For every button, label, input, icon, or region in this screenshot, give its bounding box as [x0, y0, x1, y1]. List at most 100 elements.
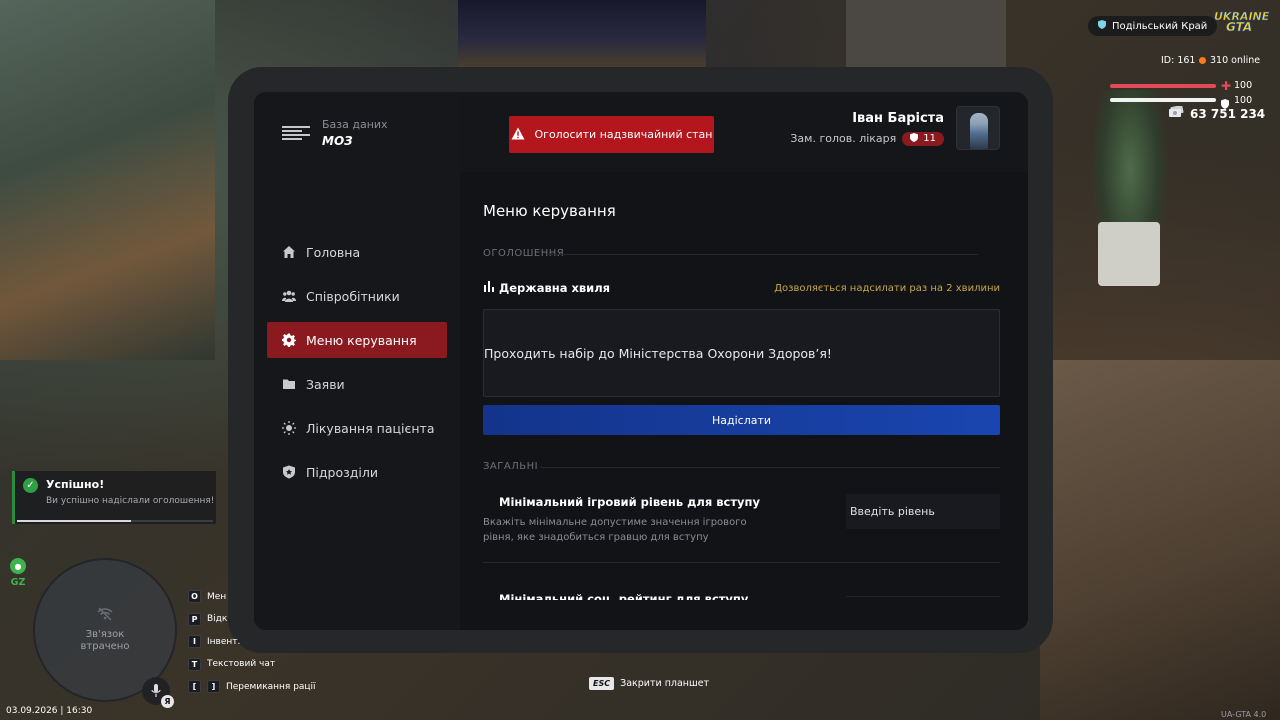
key-cap: I — [188, 635, 201, 648]
background-painting — [0, 0, 215, 360]
green-zone-shield-icon: ● — [10, 558, 26, 574]
sidebar-item-control-menu[interactable]: Меню керування — [267, 322, 447, 358]
divider — [540, 467, 1000, 468]
hotkey-item: O Меню — [188, 589, 328, 604]
success-notification: ✓ Успішно! Ви успішно надіслали оголошен… — [12, 471, 216, 524]
background-picture-frame — [458, 0, 706, 68]
close-tablet-label: Закрити планшет — [620, 678, 710, 689]
close-tablet-hint: ESC Закрити планшет — [589, 677, 709, 690]
date-time: 03.09.2026 | 16:30 — [6, 706, 93, 716]
green-zone-indicator: ● GZ — [8, 558, 28, 588]
esc-key-cap: ESC — [589, 677, 615, 690]
sidebar-item-label: Лікування пацієнта — [306, 420, 435, 436]
rank-value: 11 — [923, 133, 936, 144]
notification-title: Успішно! — [46, 478, 105, 491]
sidebar-item-employees[interactable]: Співробітники — [267, 278, 447, 314]
bar-chart-icon — [483, 281, 495, 295]
rate-limit-note: Дозволяється надсилати раз на 2 хвилини — [774, 283, 1000, 294]
hotkey-label: Інвент. — [207, 636, 241, 647]
armor-value: 100 — [1234, 95, 1253, 106]
folder-icon — [282, 377, 296, 391]
background-desk — [1040, 360, 1280, 720]
hotkey-label: Перемикання рації — [226, 681, 316, 692]
avatar — [956, 106, 1000, 150]
min-level-title: Мінімальний ігровий рівень для вступу — [499, 495, 760, 509]
hotkey-item: T Текстовий чат — [188, 657, 328, 672]
page-title: Меню керування — [483, 202, 616, 220]
sidebar-item-applications[interactable]: Заяви — [267, 366, 447, 402]
connection-lost-text: Зв'язок втрачено — [80, 629, 130, 652]
sidebar-item-label: Головна — [306, 244, 361, 260]
no-signal-icon — [97, 607, 113, 625]
user-role: Зам. голов. лікаря — [790, 132, 897, 145]
notification-progress — [17, 520, 213, 522]
section-general: ЗАГАЛЬНІ — [483, 461, 539, 472]
hotkey-item: P Відкрити — [188, 612, 328, 627]
key-cap: [ — [188, 680, 201, 693]
armor-bar — [1110, 98, 1216, 102]
users-icon — [282, 289, 296, 303]
voice-key-badge: Я — [161, 695, 174, 708]
money-display: 63 751 234 — [1168, 105, 1265, 121]
cash-icon — [1168, 105, 1184, 121]
tablet-screen: База даних МОЗ Головна Співробітники Мен… — [254, 92, 1028, 630]
brand: База даних МОЗ — [282, 118, 388, 148]
health-bar — [1110, 84, 1216, 88]
rank-shield-icon — [910, 132, 919, 145]
warning-icon — [511, 127, 525, 143]
gear-icon — [282, 333, 296, 347]
check-icon: ✓ — [23, 478, 38, 493]
min-social-rating-title: Мінімальний соц. рейтинг для вступу — [499, 592, 749, 600]
sidebar: База даних МОЗ Головна Співробітники Мен… — [254, 92, 460, 630]
sidebar-item-label: Меню керування — [306, 332, 417, 348]
background-door — [846, 0, 1006, 68]
ministry-logo-icon — [282, 122, 312, 144]
divider — [550, 254, 978, 255]
min-level-description: Вкажіть мінімальне допустиме значення іг… — [483, 517, 747, 543]
online-dot-icon — [1199, 57, 1206, 64]
health-cross-icon: ✚ — [1221, 79, 1232, 93]
hotkey-item: I Інвент. — [188, 634, 328, 649]
user-profile: Іван Барiста Зам. голов. лікаря 11 — [790, 106, 1000, 150]
sun-icon — [282, 421, 296, 435]
notification-text: Ви успішно надіслали оголошення! — [46, 496, 215, 506]
declare-emergency-label: Оголосити надзвичайний стан — [534, 128, 713, 141]
sidebar-item-label: Підрозділи — [306, 464, 378, 480]
key-cap: O — [188, 590, 201, 603]
hotkey-label: Відкрити — [207, 614, 227, 624]
key-cap: ] — [207, 680, 220, 693]
sidebar-item-label: Співробітники — [306, 288, 400, 304]
declare-emergency-button[interactable]: Оголосити надзвичайний стан — [509, 116, 714, 153]
home-icon — [282, 245, 296, 259]
background-vase — [1098, 222, 1160, 286]
send-button[interactable]: Надіслати — [483, 405, 1000, 435]
server-logo: UKRAINE GTA — [1214, 10, 1270, 35]
brand-subtitle: База даних — [322, 118, 388, 131]
min-level-input[interactable] — [846, 494, 1000, 529]
region-shield-icon — [1098, 20, 1106, 32]
divider — [846, 596, 1000, 597]
key-cap: P — [188, 612, 201, 626]
state-wave-title: Державна хвиля — [483, 281, 610, 295]
divider — [483, 562, 1000, 563]
health-value: 100 — [1234, 80, 1253, 91]
rank-badge: 11 — [902, 131, 944, 146]
hotkey-label: Меню — [207, 591, 227, 602]
hotkey-label: Текстовий чат — [207, 659, 276, 669]
key-cap: T — [188, 657, 201, 671]
sidebar-item-home[interactable]: Головна — [267, 234, 447, 270]
sidebar-item-departments[interactable]: Підрозділи — [267, 454, 447, 490]
main-content: Меню керування ОГОЛОШЕННЯ Державна хвиля… — [460, 172, 1028, 630]
version-watermark: UA-GTA 4.0 — [1221, 710, 1267, 719]
hotkey-item: [ ] Перемикання рації — [188, 679, 328, 694]
brand-title: МОЗ — [322, 134, 353, 148]
user-name: Іван Барiста — [852, 110, 944, 126]
player-id: ID: 161 — [1161, 55, 1196, 66]
announcement-textarea[interactable]: Проходить набір до Міністерства Охорони … — [483, 309, 1000, 397]
sidebar-nav: Головна Співробітники Меню керування Зая… — [267, 234, 447, 498]
sidebar-item-label: Заяви — [306, 376, 345, 392]
online-count: 310 online — [1199, 55, 1260, 66]
shield-icon — [282, 465, 296, 479]
region-badge: Подільський Край — [1088, 16, 1218, 36]
sidebar-item-patient-treatment[interactable]: Лікування пацієнта — [267, 410, 447, 446]
